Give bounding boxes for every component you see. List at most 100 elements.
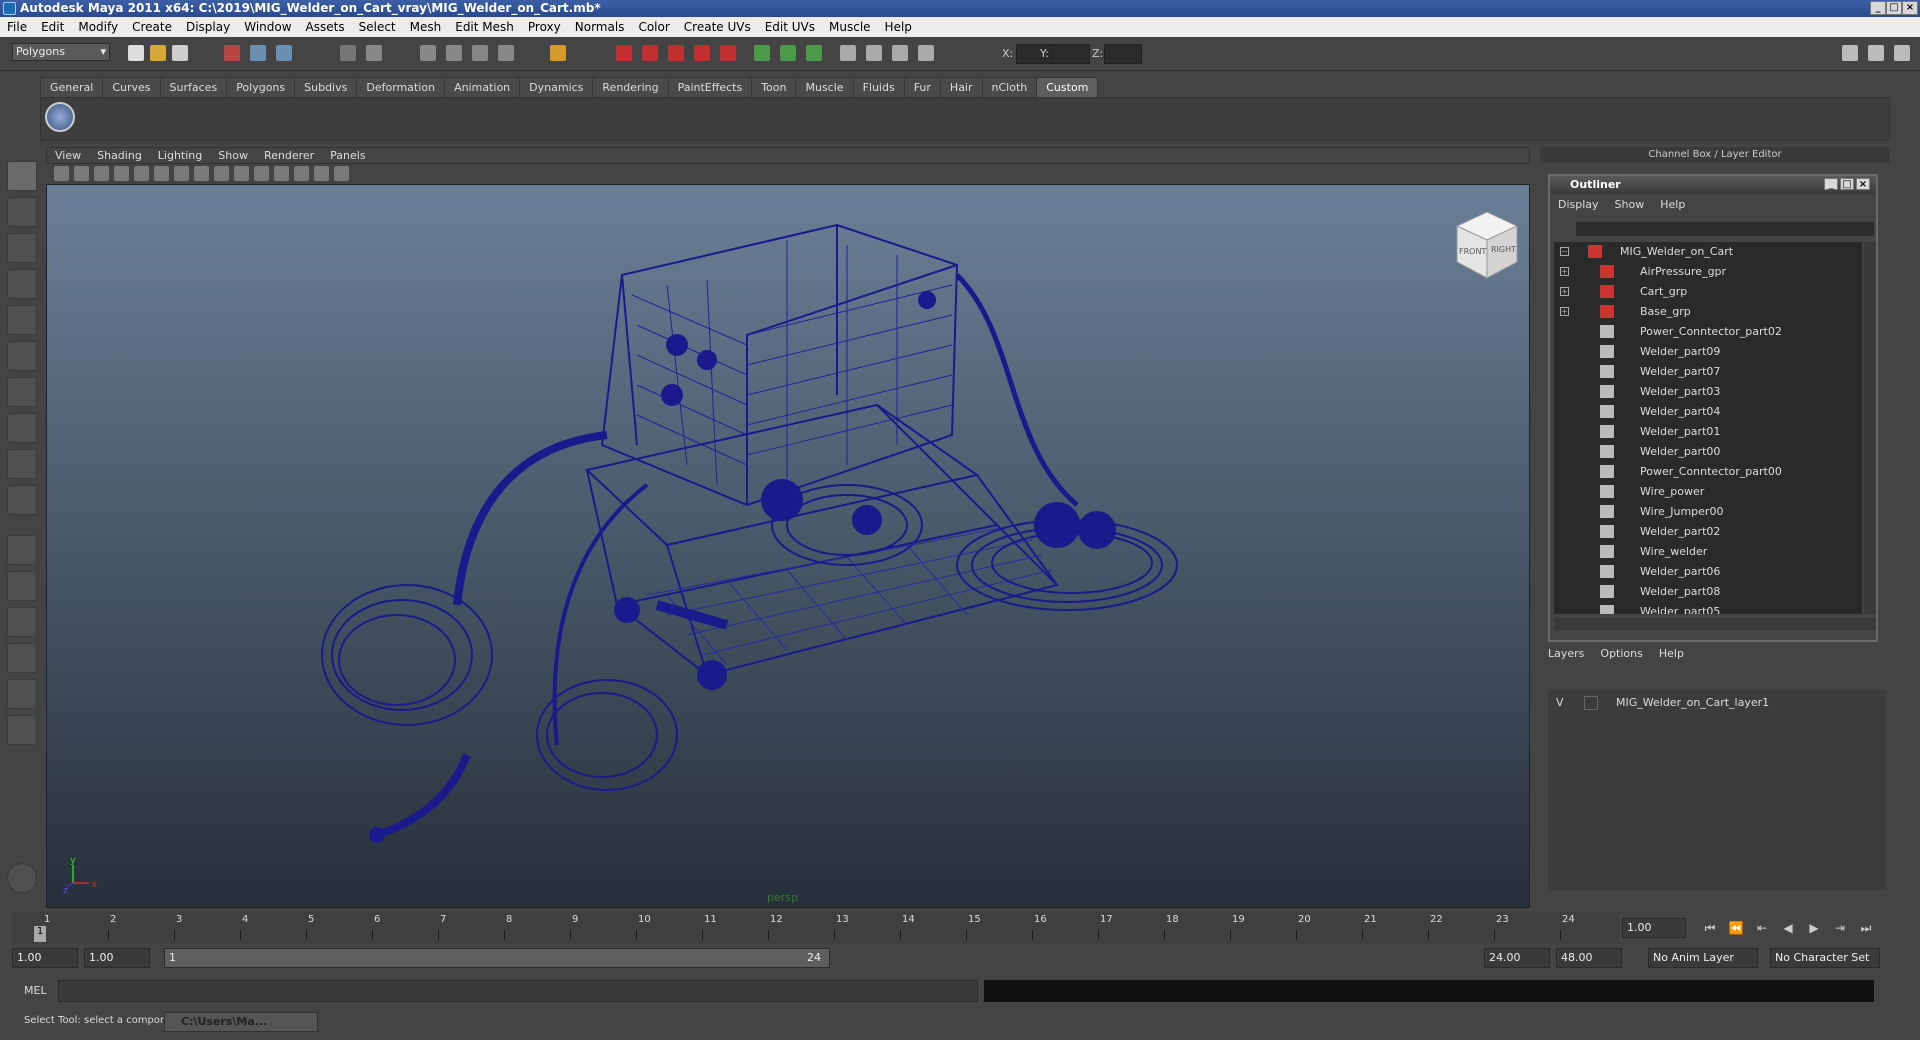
expand-toggle-icon[interactable]: + <box>1560 307 1569 316</box>
render-icon[interactable] <box>616 45 632 61</box>
menu-modify[interactable]: Modify <box>71 17 125 37</box>
outliner-item[interactable]: Power_Conntector_part00 <box>1554 462 1862 482</box>
outliner-menu-help[interactable]: Help <box>1652 196 1693 214</box>
outliner-close-button[interactable]: × <box>1856 178 1870 190</box>
shelf-tab-polygons[interactable]: Polygons <box>226 77 296 97</box>
playback-end-field[interactable]: 24.00 <box>1484 948 1550 968</box>
show-tool-settings-icon[interactable] <box>1868 45 1884 61</box>
single-pane-layout-icon[interactable] <box>7 535 37 565</box>
bookmark-icon[interactable] <box>94 166 109 181</box>
snap-point-icon[interactable] <box>472 45 488 61</box>
menu-normals[interactable]: Normals <box>568 17 632 37</box>
hypershade-persp-layout-icon[interactable] <box>7 679 37 709</box>
image-plane-icon[interactable] <box>114 166 129 181</box>
hypershade-icon[interactable] <box>694 45 710 61</box>
menu-help[interactable]: Help <box>878 17 919 37</box>
construction-history-icon[interactable] <box>550 45 566 61</box>
lasso-tool-icon[interactable] <box>7 197 37 227</box>
viewport-menu-renderer[interactable]: Renderer <box>256 148 322 164</box>
play-forward-icon[interactable]: ▶ <box>1804 918 1824 938</box>
smooth-shade-icon[interactable] <box>234 166 249 181</box>
show-manipulator-icon[interactable] <box>7 449 37 479</box>
outliner-menu-display[interactable]: Display <box>1550 196 1607 214</box>
character-set-dropdown[interactable]: No Character Set <box>1770 948 1880 968</box>
shelf-tab-hair[interactable]: Hair <box>939 77 983 97</box>
outliner-item[interactable]: Welder_part08 <box>1554 582 1862 602</box>
mel-input[interactable] <box>58 980 978 1002</box>
outliner-item[interactable]: + Base_grp <box>1554 302 1862 322</box>
viewport-menu-view[interactable]: View <box>47 148 89 164</box>
safe-action-icon[interactable] <box>194 166 209 181</box>
select-by-component-icon[interactable] <box>276 45 292 61</box>
expand-toggle-icon[interactable]: + <box>1560 267 1569 276</box>
custom-layout-icon[interactable] <box>7 715 37 745</box>
outliner-item[interactable]: Wire_Jumper00 <box>1554 502 1862 522</box>
shelf-tab-general[interactable]: General <box>40 77 104 97</box>
layers-menu-help[interactable]: Help <box>1651 644 1692 664</box>
shelf-tab-fluids[interactable]: Fluids <box>852 77 905 97</box>
outliner-item[interactable]: Welder_part00 <box>1554 442 1862 462</box>
mask-icon[interactable] <box>340 45 356 61</box>
menu-create-uvs[interactable]: Create UVs <box>677 17 758 37</box>
checkmark-shelf-icon[interactable] <box>45 102 75 132</box>
playback-start-field[interactable]: 1.00 <box>84 948 150 968</box>
open-scene-icon[interactable] <box>150 45 166 61</box>
xray-icon[interactable] <box>314 166 329 181</box>
layer-visibility-toggle[interactable]: V <box>1556 694 1564 712</box>
select-by-hierarchy-icon[interactable] <box>224 45 240 61</box>
step-back-frame-icon[interactable]: ⇤ <box>1752 918 1772 938</box>
new-scene-icon[interactable] <box>128 45 144 61</box>
tool-settings-icon[interactable] <box>866 45 882 61</box>
outliner-item[interactable]: Welder_part07 <box>1554 362 1862 382</box>
hypergraph-icon[interactable] <box>918 45 934 61</box>
shelf-tab-deformation[interactable]: Deformation <box>356 77 446 97</box>
snap-curve-icon[interactable] <box>446 45 462 61</box>
move-tool-icon[interactable] <box>7 269 37 299</box>
outliner-item[interactable]: Welder_part02 <box>1554 522 1862 542</box>
textured-icon[interactable] <box>254 166 269 181</box>
end-time-field[interactable]: 48.00 <box>1556 948 1622 968</box>
outliner-maximize-button[interactable]: □ <box>1840 178 1854 190</box>
render-settings-icon[interactable] <box>668 45 684 61</box>
maya-logo-icon[interactable] <box>7 863 37 893</box>
paint-select-tool-icon[interactable] <box>7 233 37 263</box>
range-bar[interactable]: 1 24 <box>164 948 830 968</box>
viewport-menu-shading[interactable]: Shading <box>89 148 150 164</box>
shelf-tab-curves[interactable]: Curves <box>102 77 161 97</box>
shelf-tab-dynamics[interactable]: Dynamics <box>519 77 594 97</box>
outliner-item[interactable]: Wire_power <box>1554 482 1862 502</box>
show-channel-box-icon[interactable] <box>1894 45 1910 61</box>
select-tool-icon[interactable] <box>7 161 37 191</box>
time-slider[interactable]: 1 2 3 4 5 6 7 8 9 10 11 12 13 14 15 16 17 18 19 20 21 22 23 24 1 <box>12 912 1620 944</box>
menu-select[interactable]: Select <box>352 17 403 37</box>
outliner-persp-layout-icon[interactable] <box>7 607 37 637</box>
expand-toggle-icon[interactable]: − <box>1560 247 1569 256</box>
current-frame-marker[interactable]: 1 <box>34 926 46 942</box>
channel-box-icon[interactable] <box>892 45 908 61</box>
shelf-tab-rendering[interactable]: Rendering <box>592 77 669 97</box>
attribute-editor-icon[interactable] <box>840 45 856 61</box>
go-to-start-icon[interactable]: ⏮ <box>1700 918 1720 938</box>
expand-toggle-icon[interactable]: + <box>1560 287 1569 296</box>
wireframe-icon[interactable] <box>214 166 229 181</box>
grid-icon[interactable] <box>134 166 149 181</box>
menu-edit-mesh[interactable]: Edit Mesh <box>448 17 521 37</box>
camera-select-icon[interactable] <box>54 166 69 181</box>
shelf-tab-custom[interactable]: Custom <box>1036 77 1099 97</box>
outliner-item[interactable]: Welder_part06 <box>1554 562 1862 582</box>
ipr-render-icon[interactable] <box>642 45 658 61</box>
menu-color[interactable]: Color <box>631 17 676 37</box>
layer-type-toggle[interactable] <box>1584 696 1598 710</box>
step-forward-frame-icon[interactable]: ⇥ <box>1830 918 1850 938</box>
panel-icon[interactable] <box>806 45 822 61</box>
viewport-menu-lighting[interactable]: Lighting <box>150 148 210 164</box>
go-to-end-icon[interactable]: ⏭ <box>1856 918 1876 938</box>
four-pane-layout-icon[interactable] <box>7 571 37 601</box>
outliner-horizontal-scrollbar[interactable] <box>1554 618 1876 630</box>
select-by-object-icon[interactable] <box>250 45 266 61</box>
viewport-menu-show[interactable]: Show <box>210 148 256 164</box>
outliner-item[interactable]: Welder_part09 <box>1554 342 1862 362</box>
transform-input-icon[interactable] <box>780 45 796 61</box>
shelf-tab-subdivs[interactable]: Subdivs <box>294 77 358 97</box>
soft-mod-tool-icon[interactable] <box>7 413 37 443</box>
